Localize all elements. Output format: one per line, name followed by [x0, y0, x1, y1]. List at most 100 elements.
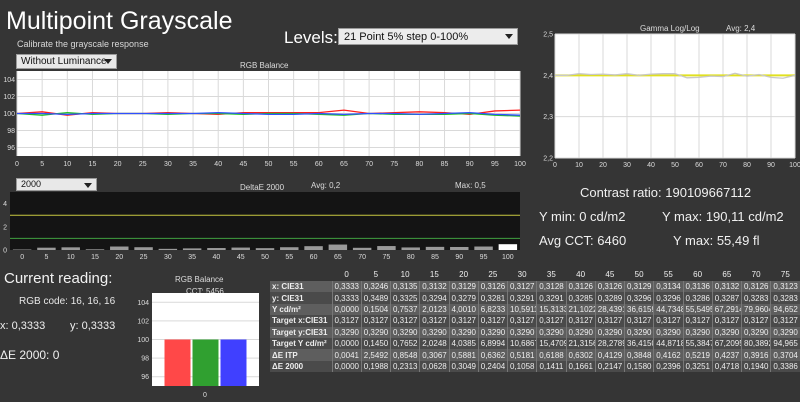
delta-bar [182, 248, 202, 250]
table-column-header: 20 [459, 270, 469, 279]
table-cell: 0,5881 [448, 349, 479, 361]
table-row: Target Y cd/m² 0,0000 0,1450 0,7652 2,0248 4,… [270, 337, 800, 350]
rgb-x-tick: 25 [139, 161, 147, 168]
table-cell: 10,6867 [506, 337, 537, 350]
gamma-x-tick: 50 [671, 162, 679, 169]
table-cell: 0,3333 [331, 292, 362, 304]
table-row-label: ΔE 2000 [272, 361, 304, 371]
levels-select[interactable]: 21 Point 5% step 0-100% [338, 28, 518, 45]
delta-bar [450, 246, 469, 250]
rgb-x-tick: 20 [114, 161, 122, 168]
luminance-select[interactable]: Without Luminance [16, 54, 117, 69]
delta-bar [425, 246, 445, 250]
delta-x-tick: 20 [115, 254, 123, 261]
delta-bar [37, 247, 56, 250]
table-cell: 0,3246 [360, 281, 391, 293]
current-y: y: 0,3333 [70, 320, 116, 332]
table-row: Target x:CIE31 0,3127 0,3127 0,3127 0,3127 0,… [270, 315, 800, 327]
table-cell: 55,5495 [682, 303, 713, 316]
table-cell: 36,6159 [623, 303, 654, 316]
table-cell: 0,1940 [740, 360, 771, 373]
rgb-x-tick: 5 [40, 161, 44, 168]
table-cell: 0,3132 [711, 281, 742, 293]
table-cell: 0,3127 [477, 315, 508, 327]
mini-bars [164, 339, 247, 386]
table-cell: 6,8994 [477, 337, 508, 350]
gamma-x-axis: 0 10 20 30 40 50 60 70 80 90 100 [553, 162, 800, 169]
mini-y-axis: 104 102 100 98 96 [137, 300, 149, 381]
gamma-x-tick: 20 [599, 162, 607, 169]
table-cell: 10,5911 [506, 303, 537, 316]
rgb-y-axis: 104 102 100 98 96 [3, 77, 15, 152]
table-cell: 0,3287 [711, 292, 742, 304]
gamma-x-tick: 70 [719, 162, 727, 169]
mini-y-tick: 98 [141, 356, 149, 363]
table-cell: 0,3127 [360, 315, 391, 327]
table-cell: 0,3127 [711, 315, 742, 327]
table-cell: 80,3892 [740, 337, 771, 350]
delta-bar [158, 248, 178, 250]
table-cell: 0,3127 [770, 315, 800, 327]
delta-bar [401, 247, 420, 250]
gamma-x-tick: 0 [553, 162, 557, 169]
table-cell: 0,3135 [389, 281, 420, 293]
y-min: Y min: 0 cd/m2 [539, 209, 626, 224]
gamma-x-tick: 80 [743, 162, 751, 169]
table-cell: 0,3290 [565, 326, 596, 338]
table-row: y: CIE31 0,3333 0,3489 0,3325 0,3294 0,3279 0,… [270, 292, 800, 304]
table-cell: 0,3290 [360, 326, 391, 338]
table-cell: 0,0041 [331, 349, 362, 361]
table-cell: 0,0000 [331, 360, 362, 373]
table-cell: 0,5181 [506, 349, 537, 361]
table-column-header: 70 [751, 270, 761, 279]
table-cell: 0,3279 [448, 292, 479, 304]
table-cell: 0,7652 [389, 337, 420, 350]
rgb-x-tick: 10 [63, 161, 71, 168]
table-cell: 4,0010 [448, 303, 479, 316]
y-max-fl: Y max: 55,49 fl [673, 233, 760, 248]
table-cell: 0,3290 [477, 326, 508, 338]
delta-plot-area [10, 192, 520, 250]
table-cell: 0,3126 [565, 281, 596, 293]
table-cell: 0,3290 [506, 326, 537, 338]
table-cell: 0,3127 [740, 315, 771, 327]
table-cell: 0,3134 [653, 281, 683, 293]
rgb-x-tick: 65 [340, 161, 348, 168]
table-cell: 94,965 [770, 337, 800, 350]
current-delta-e: ΔE 2000: 0 [0, 348, 60, 362]
table-row-label: Target x:CIE31 [272, 316, 328, 326]
table-cell: 0,3283 [740, 292, 771, 304]
page-subtitle: Calibrate the grayscale response [17, 39, 149, 49]
table-column-header: 40 [576, 270, 586, 279]
table-row-label: Target y:CIE31 [272, 327, 328, 337]
rgb-x-axis: 0 5 10 15 20 25 30 35 40 45 50 55 60 65 70 75 80 85 90 95 10… [15, 161, 526, 168]
table-cell: 0,3127 [506, 315, 537, 327]
delta-y-tick: 4 [3, 201, 7, 208]
table-cell: 0,3129 [623, 281, 654, 293]
table-cell: 0,2404 [477, 360, 508, 373]
table-cell: 0,6302 [565, 349, 596, 361]
table-cell: 0,3290 [682, 326, 713, 338]
delta-bar [304, 246, 323, 250]
table-cell: 2,5492 [360, 349, 391, 361]
table-cell: 0,3127 [536, 315, 566, 327]
table-row-label: Y cd/m² [272, 304, 301, 314]
table-cell: 0,3136 [682, 281, 713, 293]
mini-bar-r [164, 339, 191, 386]
delta-max: Max: 0,5 [455, 181, 486, 190]
delta-x-tick: 90 [455, 254, 463, 261]
levels-label: Levels: [284, 28, 338, 47]
table-cell: 0,3704 [770, 349, 800, 361]
table-cell: 0,3290 [536, 326, 566, 338]
table-cell: 0,3127 [623, 315, 654, 327]
table-cell: 0,3127 [565, 315, 596, 327]
table-cell: 0,3123 [770, 281, 800, 293]
table-cell: 28,4391 [594, 303, 625, 316]
table-cell: 67,2095 [711, 337, 742, 350]
delta-bar [255, 248, 275, 250]
table-cell: 0,8548 [389, 349, 420, 361]
table-cell: 0,4718 [711, 360, 742, 373]
table-cell: 0,6188 [536, 349, 566, 361]
gamma-y-tick: 2,3 [543, 114, 553, 121]
avg-cct: Avg CCT: 6460 [539, 233, 627, 248]
